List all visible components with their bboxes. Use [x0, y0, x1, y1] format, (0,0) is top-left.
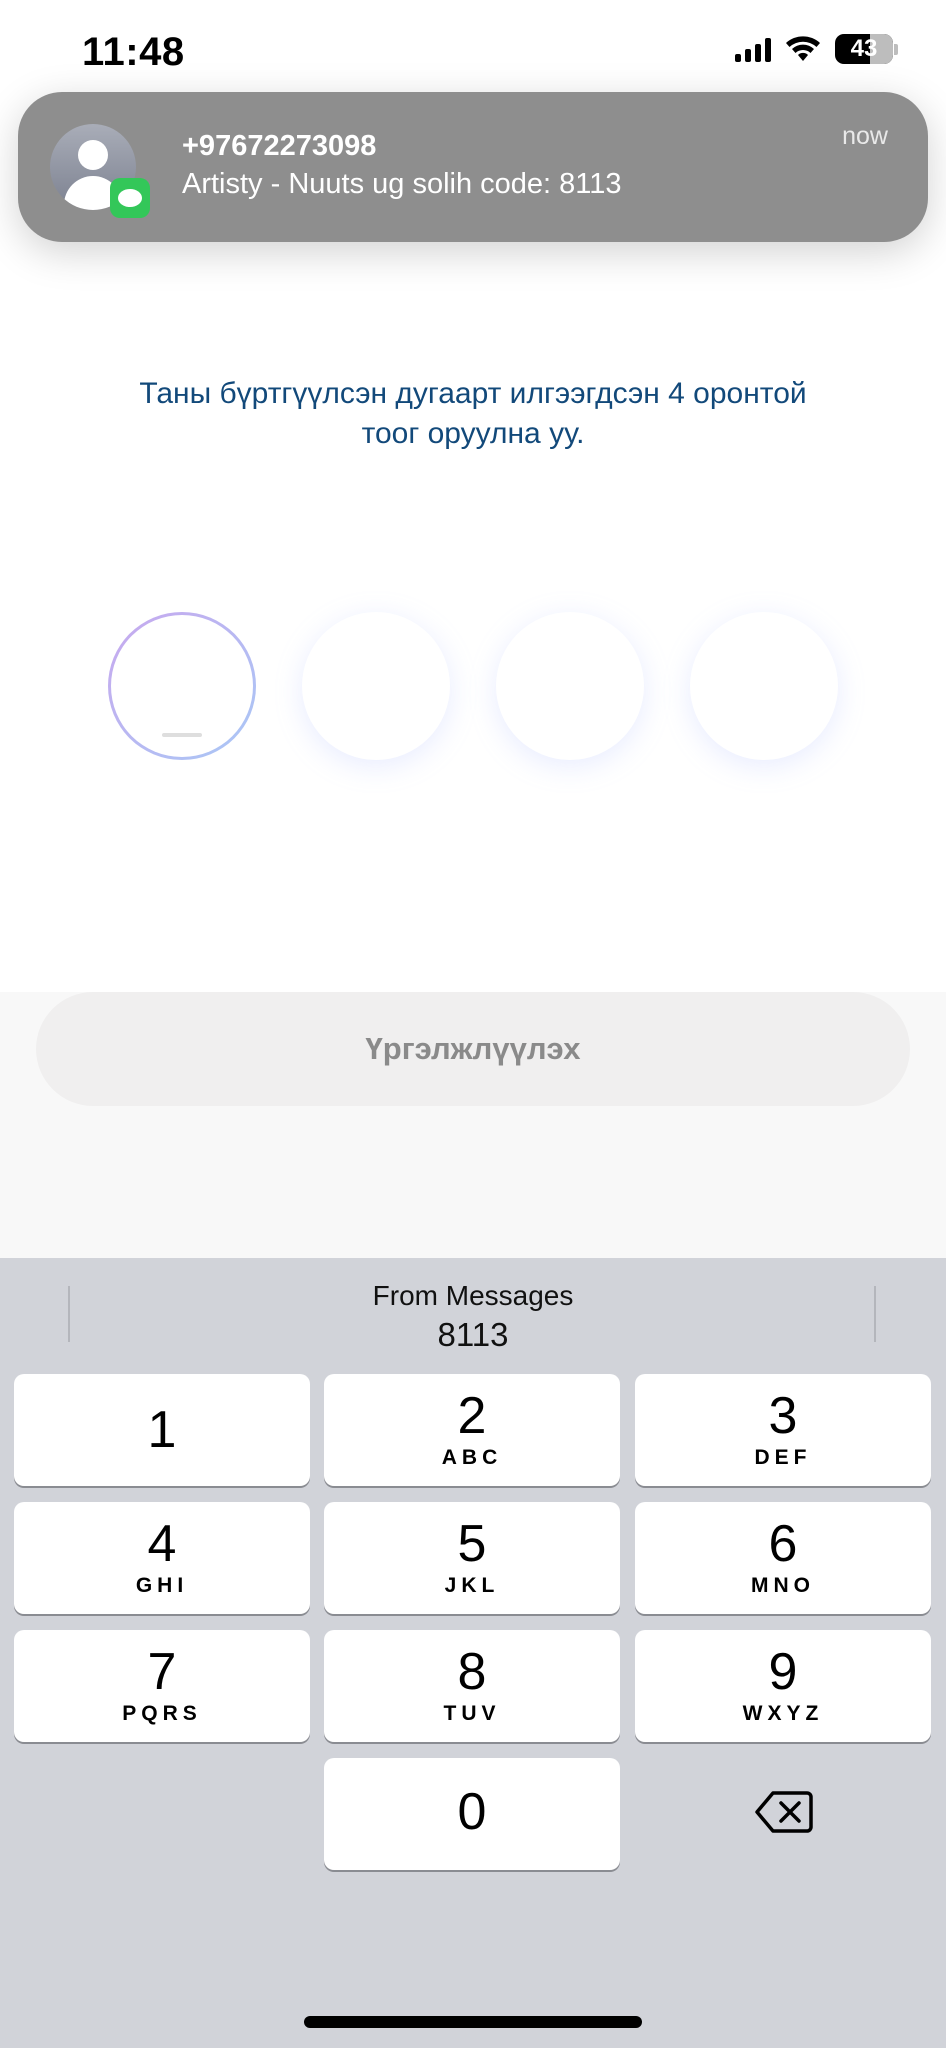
key-digit: 8	[457, 1643, 487, 1701]
otp-digit-4[interactable]	[690, 612, 838, 760]
key-digit: 9	[768, 1643, 798, 1701]
key-digit: 1	[147, 1401, 177, 1459]
key-digit: 6	[768, 1515, 798, 1573]
continue-area: Үргэлжлүүлэх	[0, 992, 946, 1258]
suggestion-source: From Messages	[372, 1280, 574, 1311]
suggestion-divider-right	[874, 1286, 876, 1342]
delete-key[interactable]	[636, 1756, 932, 1868]
key-letters: DEF	[754, 1446, 812, 1469]
battery-icon: 43	[835, 34, 893, 64]
backspace-icon	[755, 1791, 813, 1833]
notification-sender: +97672273098	[182, 130, 377, 162]
key-letters: PQRS	[122, 1702, 202, 1725]
otp-input-group	[108, 612, 838, 762]
key-digit: 5	[457, 1515, 487, 1573]
key-letters: ABC	[441, 1446, 503, 1469]
status-time: 11:48	[82, 30, 185, 74]
key-letters: TUV	[443, 1702, 501, 1725]
key-letters: MNO	[751, 1574, 815, 1597]
otp-digit-1[interactable]	[108, 612, 256, 760]
key-0[interactable]: 0	[324, 1758, 620, 1870]
autofill-suggestion[interactable]: From Messages 8113	[0, 1258, 946, 1368]
key-8[interactable]: 8 TUV	[324, 1630, 620, 1742]
key-7[interactable]: 7 PQRS	[14, 1630, 310, 1742]
home-indicator[interactable]	[304, 2016, 642, 2028]
message-notification[interactable]: +97672273098 Artisty - Nuuts ug solih co…	[18, 92, 928, 242]
continue-button[interactable]: Үргэлжлүүлэх	[36, 992, 910, 1106]
key-digit: 2	[457, 1387, 487, 1445]
messages-app-icon	[110, 178, 150, 218]
key-4[interactable]: 4 GHI	[14, 1502, 310, 1614]
key-5[interactable]: 5 JKL	[324, 1502, 620, 1614]
instruction-text: Таны бүртгүүлсэн дугаарт илгээгдсэн 4 ор…	[139, 377, 807, 450]
key-2[interactable]: 2 ABC	[324, 1374, 620, 1486]
key-1[interactable]: 1	[14, 1374, 310, 1486]
key-9[interactable]: 9 WXYZ	[635, 1630, 931, 1742]
notification-message: Artisty - Nuuts ug solih code: 8113	[182, 168, 622, 200]
key-digit: 0	[457, 1783, 487, 1841]
key-digit: 4	[147, 1515, 177, 1573]
notification-time: now	[842, 122, 888, 150]
signal-icon	[735, 36, 771, 62]
key-digit: 3	[768, 1387, 798, 1445]
key-letters: JKL	[444, 1574, 500, 1597]
wifi-icon	[786, 36, 820, 61]
key-letters: WXYZ	[742, 1702, 824, 1725]
battery-level: 43	[850, 35, 878, 62]
otp-cursor	[162, 733, 202, 737]
key-digit: 7	[147, 1643, 177, 1701]
otp-digit-3[interactable]	[496, 612, 644, 760]
otp-digit-2[interactable]	[302, 612, 450, 760]
status-icons: 43	[735, 34, 898, 64]
suggestion-code: 8113	[437, 1316, 509, 1353]
key-6[interactable]: 6 MNO	[635, 1502, 931, 1614]
key-3[interactable]: 3 DEF	[635, 1374, 931, 1486]
key-letters: GHI	[135, 1574, 189, 1597]
